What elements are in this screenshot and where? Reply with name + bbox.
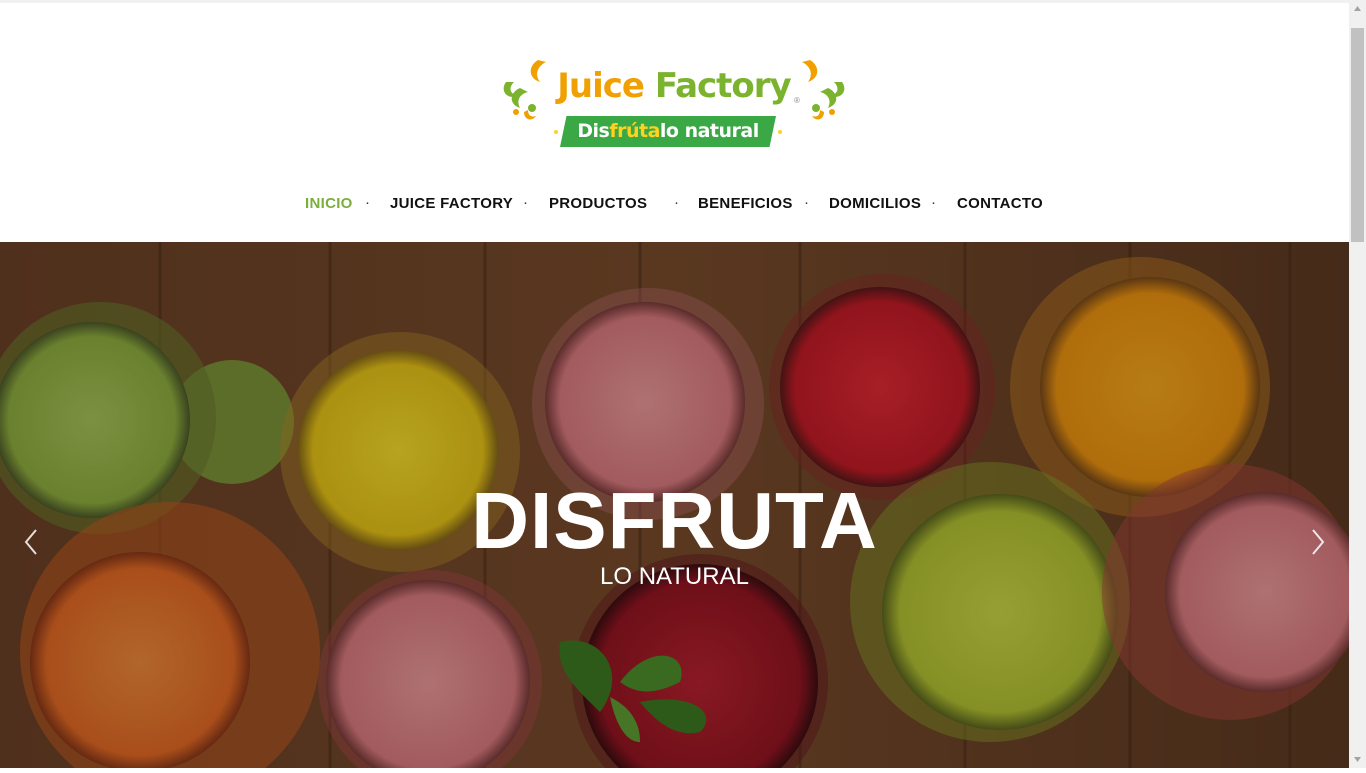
tagline-highlight: frúta <box>609 120 660 142</box>
nav-separator: · <box>931 194 936 211</box>
logo-word-juice: Juice <box>557 66 645 106</box>
top-border <box>0 0 1349 3</box>
slider-next-button[interactable] <box>1305 524 1329 560</box>
page: Juice Factory ® Disfrútalo natural INICI… <box>0 0 1349 768</box>
tagline-part2: lo natural <box>659 120 759 142</box>
logo-tagline-banner: Disfrútalo natural <box>560 116 776 147</box>
nav-separator: · <box>804 194 809 211</box>
nav-item-inicio[interactable]: INICIO <box>305 195 353 212</box>
nav-item-productos[interactable]: PRODUCTOS <box>549 195 647 212</box>
slider-prev-button[interactable] <box>20 524 44 560</box>
logo-title: Juice Factory <box>550 66 798 106</box>
hero-slider: DISFRUTA LO NATURAL <box>0 242 1349 768</box>
chevron-left-icon <box>24 529 37 555</box>
nav-item-domicilios[interactable]: DOMICILIOS <box>829 195 921 212</box>
nav-separator: · <box>523 194 528 211</box>
scroll-down-button[interactable] <box>1349 751 1366 768</box>
nav-item-contacto[interactable]: CONTACTO <box>957 195 1043 212</box>
nav-separator: · <box>365 194 370 211</box>
hero-subtitle: LO NATURAL <box>600 563 749 590</box>
hero-title: DISFRUTA <box>471 476 878 565</box>
page-scrollbar[interactable] <box>1349 0 1366 768</box>
nav-item-juice-factory[interactable]: JUICE FACTORY <box>390 195 513 212</box>
registered-mark: ® <box>794 96 800 105</box>
logo-word-factory: Factory <box>654 66 792 106</box>
scroll-down-arrow-icon <box>1354 757 1361 762</box>
scroll-up-arrow-icon <box>1354 6 1361 11</box>
site-logo[interactable]: Juice Factory ® Disfrútalo natural <box>498 52 850 152</box>
nav-item-beneficios[interactable]: BENEFICIOS <box>698 195 793 212</box>
scroll-up-button[interactable] <box>1349 0 1366 17</box>
chevron-right-icon <box>1312 529 1325 555</box>
tagline-part1: Dis <box>577 120 610 142</box>
nav-separator: · <box>674 194 679 211</box>
scrollbar-thumb[interactable] <box>1351 28 1364 242</box>
main-nav: INICIO · JUICE FACTORY · PRODUCTOS · BEN… <box>0 186 1349 222</box>
